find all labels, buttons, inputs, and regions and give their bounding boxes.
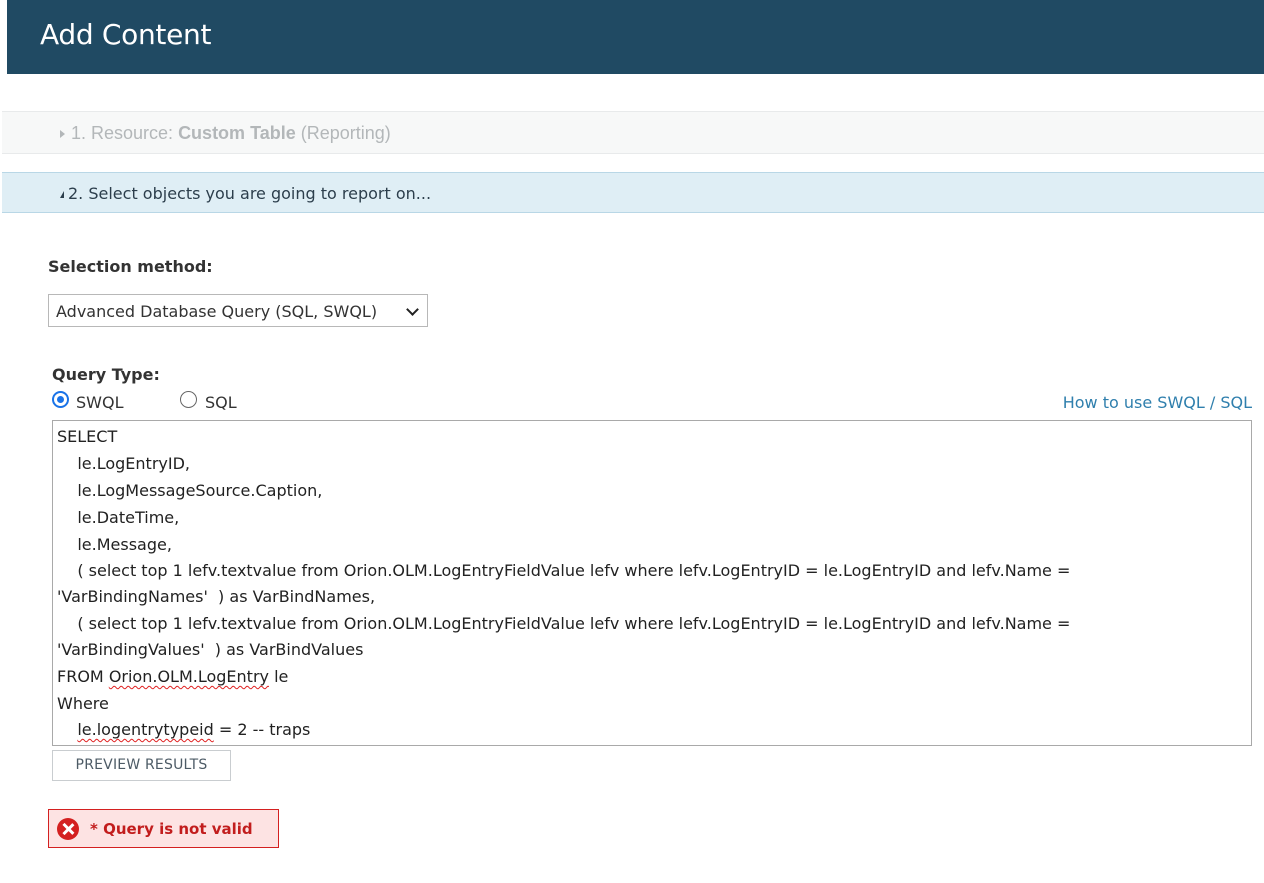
query-line: 'VarBindingValues' ) as VarBindValues [57, 640, 364, 659]
query-line: ( select top 1 lefv.textvalue from Orion… [57, 561, 1071, 580]
query-error-message: * Query is not valid [48, 809, 279, 848]
selection-method-label: Selection method: [48, 257, 213, 276]
collapse-arrow-icon [60, 191, 64, 198]
query-text: FROM [57, 667, 109, 686]
chevron-down-icon [406, 303, 419, 316]
query-text: le [269, 667, 289, 686]
query-line: le.DateTime, [57, 508, 180, 527]
selection-method-value: Advanced Database Query (SQL, SWQL) [56, 302, 378, 321]
query-line: le.LogEntryID, [57, 454, 190, 473]
step-select-objects-row[interactable]: 2. Select objects you are going to repor… [60, 184, 431, 203]
swql-radio-label[interactable]: SWQL [76, 393, 123, 412]
preview-results-button[interactable]: PREVIEW RESULTS [52, 750, 231, 781]
swql-sql-help-link[interactable]: How to use SWQL / SQL [1063, 393, 1252, 412]
step-resource-prefix: 1. Resource: [71, 123, 179, 143]
query-type-label: Query Type: [52, 365, 160, 384]
query-line: le.LogMessageSource.Caption, [57, 481, 323, 500]
step-resource-suffix: (Reporting) [300, 123, 391, 143]
step-select-objects[interactable]: 2. Select objects you are going to repor… [2, 172, 1264, 213]
step-resource-name: Custom Table [178, 123, 296, 143]
spellcheck-flagged-text: le.logentrytypeid [77, 720, 214, 739]
header-bar: Add Content [7, 0, 1264, 74]
query-line: 'VarBindingNames' ) as VarBindNames, [57, 587, 376, 606]
step-select-objects-label: 2. Select objects you are going to repor… [68, 184, 432, 203]
expand-arrow-icon [60, 130, 65, 139]
step-resource[interactable]: 1. Resource: Custom Table (Reporting) [2, 111, 1264, 154]
query-line: ( select top 1 lefv.textvalue from Orion… [57, 614, 1071, 633]
query-line: le.logentrytypeid = 2 -- traps [57, 720, 310, 739]
spellcheck-flagged-text: Orion.OLM.LogEntry [108, 667, 269, 686]
query-line: le.Message, [57, 535, 172, 554]
selection-method-dropdown[interactable]: Advanced Database Query (SQL, SWQL) [48, 294, 428, 327]
swql-radio[interactable] [52, 391, 69, 408]
page-title: Add Content [40, 18, 212, 51]
query-text: = 2 -- traps [213, 720, 311, 739]
error-text: * Query is not valid [90, 820, 253, 838]
query-line: FROM Orion.OLM.LogEntry le [57, 667, 288, 686]
error-x-icon [57, 818, 79, 840]
query-textarea[interactable]: SELECT le.LogEntryID, le.LogMessageSourc… [52, 420, 1252, 746]
sql-radio-label[interactable]: SQL [205, 393, 237, 412]
step-resource-row[interactable]: 1. Resource: Custom Table (Reporting) [60, 123, 391, 144]
query-text [57, 720, 77, 739]
query-line: SELECT [57, 427, 118, 446]
query-line: Where [57, 694, 109, 713]
sql-radio[interactable] [180, 391, 197, 408]
